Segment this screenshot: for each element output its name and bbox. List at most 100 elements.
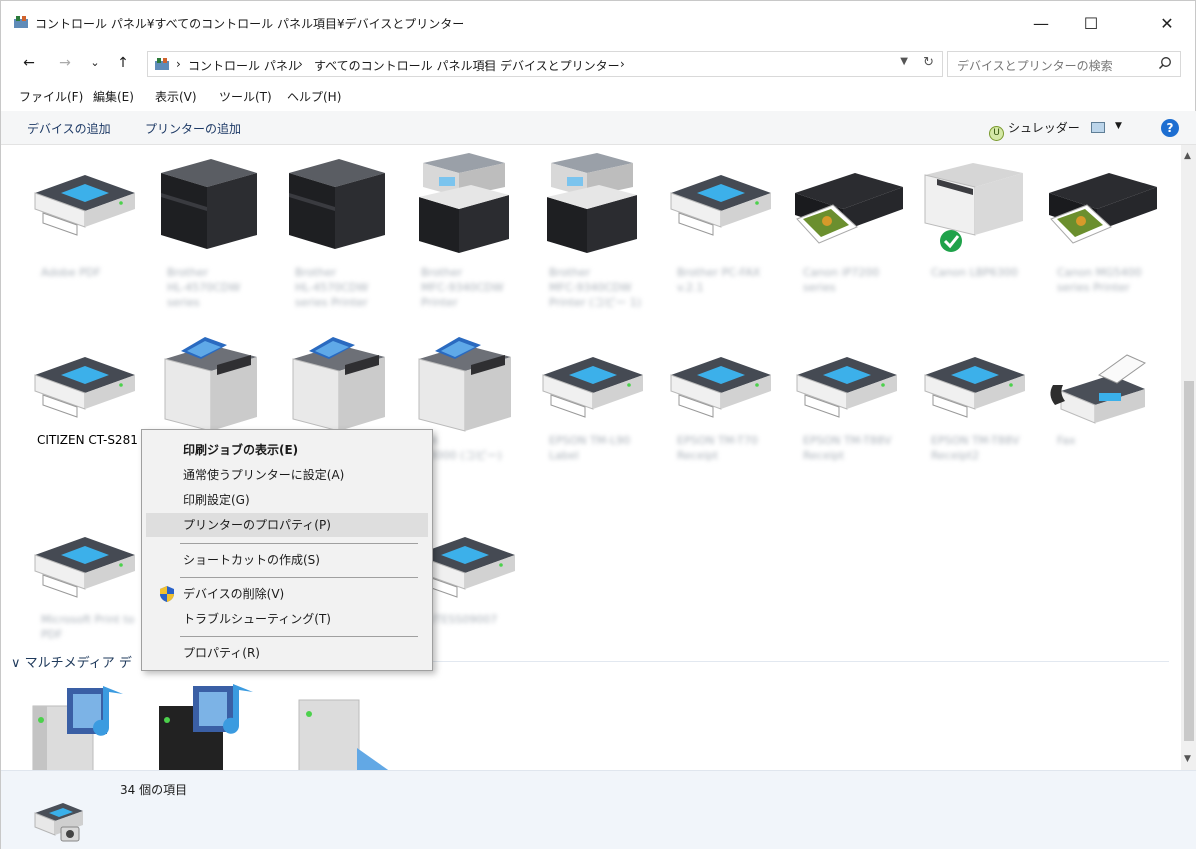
devices-and-printers-window: コントロール パネル¥すべてのコントロール パネル項目¥デバイスとプリンター —… xyxy=(0,0,1196,849)
printer-icon[interactable] xyxy=(405,153,525,253)
printer-icon[interactable] xyxy=(787,335,907,435)
printer-icon[interactable] xyxy=(279,335,399,435)
chevron-down-icon[interactable]: ▼ xyxy=(1115,121,1122,131)
minimize-button[interactable]: — xyxy=(1021,11,1061,37)
search-input[interactable]: デバイスとプリンターの検索 xyxy=(947,51,1181,77)
back-button[interactable]: ← xyxy=(19,53,39,73)
add-printer-button[interactable]: プリンターの追加 xyxy=(145,120,241,137)
device-label: EPSON TM-T88V Receipt2 xyxy=(931,434,1020,462)
device-label: Fax xyxy=(1057,434,1076,447)
title-bar: コントロール パネル¥すべてのコントロール パネル項目¥デバイスとプリンター —… xyxy=(1,1,1196,45)
item-count: 34 個の項目 xyxy=(120,783,188,797)
menu-separator xyxy=(180,543,418,544)
printer-icon[interactable] xyxy=(661,153,781,253)
media-server-icon[interactable] xyxy=(27,680,137,770)
breadcrumb-devices-printers[interactable]: デバイスとプリンター xyxy=(500,57,620,74)
printer-icon[interactable] xyxy=(915,153,1035,253)
printer-icon[interactable] xyxy=(151,153,271,253)
printer-icon[interactable] xyxy=(279,153,399,253)
menu-item-see-print-jobs[interactable]: 印刷ジョブの表示(E) xyxy=(146,438,428,462)
refresh-icon[interactable]: ↻ xyxy=(923,55,934,70)
command-bar: デバイスの追加 プリンターの追加 U シュレッダー ▼ ? xyxy=(1,111,1196,145)
printer-icon[interactable] xyxy=(25,515,145,615)
scroll-down-icon[interactable]: ▼ xyxy=(1184,754,1191,764)
device-label: Canon iP7200 series xyxy=(803,266,880,294)
printer-icon[interactable] xyxy=(787,153,907,253)
up-button[interactable]: ↑ xyxy=(113,53,133,73)
printer-icon[interactable] xyxy=(151,335,271,435)
camera-printer-icon xyxy=(34,803,83,842)
media-player-icon[interactable] xyxy=(153,680,273,770)
device-label: EPSON TM-T88V Receipt xyxy=(803,434,892,462)
change-view-button[interactable] xyxy=(1091,122,1105,133)
printer-icon[interactable] xyxy=(915,335,1035,435)
breadcrumb-separator[interactable]: › xyxy=(484,57,489,71)
scroll-up-icon[interactable]: ▲ xyxy=(1184,151,1191,161)
device-label: Microsoft Print to PDF xyxy=(41,613,135,641)
printer-icon[interactable] xyxy=(533,153,653,253)
device-label: LUTESS09007 xyxy=(421,613,498,626)
address-bar[interactable]: › コントロール パネル › すべてのコントロール パネル項目 › デバイスとプ… xyxy=(147,51,943,77)
menu-item-remove-device[interactable]: デバイスの削除(V) xyxy=(146,582,428,606)
device-label: Brother MFC-9340CDW Printer (コピー 1) xyxy=(549,266,642,309)
control-panel-icon xyxy=(155,58,169,70)
menu-item-set-default-printer[interactable]: 通常使うプリンターに設定(A) xyxy=(146,463,428,487)
search-icon[interactable] xyxy=(1158,56,1172,70)
menu-item-create-shortcut[interactable]: ショートカットの作成(S) xyxy=(146,548,428,572)
navigation-bar: ← → ⌄ ↑ › コントロール パネル › すべてのコントロール パネル項目 … xyxy=(1,45,1196,81)
printer-icon[interactable] xyxy=(25,335,145,435)
menu-help[interactable]: ヘルプ(H) xyxy=(287,88,341,105)
remove-device-label: デバイスの削除(V) xyxy=(183,587,285,601)
device-label: Brother HL-4570CDW series xyxy=(167,266,241,309)
device-label: Canon LBP6300 xyxy=(931,266,1018,279)
vertical-scrollbar[interactable]: ▲ ▼ xyxy=(1181,145,1196,770)
menu-item-properties[interactable]: プロパティ(R) xyxy=(146,641,428,665)
menu-item-printing-preferences[interactable]: 印刷設定(G) xyxy=(146,488,428,512)
printer-icon[interactable] xyxy=(661,335,781,435)
shredder-icon: U xyxy=(989,126,1004,141)
device-label: Canon MG5400 series Printer xyxy=(1057,266,1142,294)
chevron-down-icon[interactable]: ▼ xyxy=(900,56,908,67)
printer-icon[interactable] xyxy=(1041,335,1161,435)
menu-edit[interactable]: 編集(E) xyxy=(93,88,134,105)
control-panel-icon xyxy=(14,16,28,28)
device-label: CITIZEN CT-S281 xyxy=(37,433,138,447)
breadcrumb-separator[interactable]: › xyxy=(620,57,625,71)
section-title: マルチメディア デ xyxy=(24,656,132,671)
device-label: ion C3000 (コピー) xyxy=(421,434,502,462)
media-device-icon[interactable] xyxy=(291,680,401,770)
menu-file[interactable]: ファイル(F) xyxy=(19,88,83,105)
uac-shield-icon xyxy=(160,586,174,602)
printer-icon[interactable] xyxy=(1041,153,1161,253)
scrollbar-thumb[interactable] xyxy=(1184,381,1194,741)
menu-separator xyxy=(180,577,418,578)
device-label: Brother PC-FAX v.2.1 xyxy=(677,266,761,294)
printer-icon[interactable] xyxy=(25,153,145,253)
chevron-down-icon[interactable]: ∨ xyxy=(11,656,21,671)
device-label: Brother HL-4570CDW series Printer xyxy=(295,266,369,309)
breadcrumb-separator[interactable]: › xyxy=(298,57,303,71)
printer-icon[interactable] xyxy=(533,335,653,435)
menu-view[interactable]: 表示(V) xyxy=(155,88,197,105)
shredder-button[interactable]: U シュレッダー xyxy=(989,119,1080,141)
close-button[interactable]: ✕ xyxy=(1147,11,1187,37)
forward-button[interactable]: → xyxy=(55,53,75,73)
maximize-button[interactable]: ☐ xyxy=(1071,11,1111,37)
status-bar: 34 個の項目 xyxy=(1,770,1196,849)
menu-item-troubleshoot[interactable]: トラブルシューティング(T) xyxy=(146,607,428,631)
shredder-label: シュレッダー xyxy=(1008,121,1080,135)
menu-tools[interactable]: ツール(T) xyxy=(219,88,272,105)
recent-locations-button[interactable]: ⌄ xyxy=(85,53,105,73)
help-button[interactable]: ? xyxy=(1161,119,1179,137)
printer-icon[interactable] xyxy=(405,335,525,435)
device-label: Adobe PDF xyxy=(41,266,101,279)
breadcrumb-all-items[interactable]: すべてのコントロール パネル項目 xyxy=(314,57,497,74)
breadcrumb-separator[interactable]: › xyxy=(176,57,181,71)
menu-item-printer-properties[interactable]: プリンターのプロパティ(P) xyxy=(146,513,428,537)
device-label: EPSON TM-L90 Label xyxy=(549,434,631,462)
add-device-button[interactable]: デバイスの追加 xyxy=(27,120,111,137)
window-title: コントロール パネル¥すべてのコントロール パネル項目¥デバイスとプリンター xyxy=(35,17,465,31)
multimedia-section-header[interactable]: ∨ マルチメディア デ xyxy=(11,652,132,671)
device-label: EPSON TM-T70 Receipt xyxy=(677,434,758,462)
breadcrumb-control-panel[interactable]: コントロール パネル xyxy=(188,57,300,74)
